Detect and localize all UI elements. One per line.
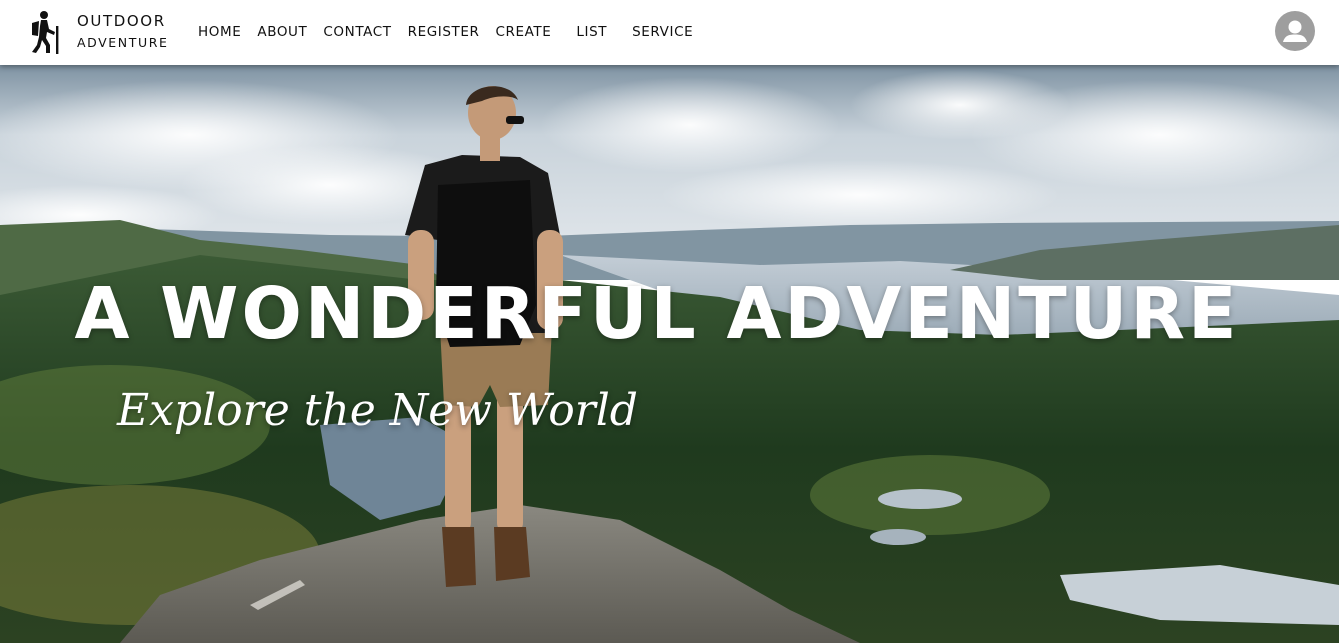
nav-link-register[interactable]: REGISTER: [408, 24, 480, 40]
nav-link-create[interactable]: CREATE: [496, 24, 552, 40]
hiker-icon: [32, 11, 59, 54]
nav-link-service[interactable]: SERVICE: [632, 24, 693, 40]
hero-banner: A WONDERFUL ADVENTURE Explore the New Wo…: [0, 65, 1339, 643]
hero-title: A WONDERFUL ADVENTURE: [74, 272, 1240, 355]
brand-title: OUTDOOR: [77, 12, 166, 31]
nav-link-home[interactable]: HOME: [198, 24, 241, 40]
user-avatar-icon: [1283, 20, 1307, 42]
nav-link-about[interactable]: ABOUT: [257, 24, 307, 40]
nav-link-contact[interactable]: CONTACT: [323, 24, 391, 40]
hero-subtitle: Explore the New World: [117, 385, 638, 436]
account-avatar-button[interactable]: [1275, 11, 1315, 51]
nav-link-list[interactable]: LIST: [576, 24, 607, 40]
navbar: OUTDOOR ADVENTURE HOME ABOUT CONTACT REG…: [0, 0, 1339, 65]
brand-subtitle: ADVENTURE: [77, 35, 169, 51]
brand-logo-link[interactable]: OUTDOOR ADVENTURE: [29, 8, 169, 56]
main-nav: HOME ABOUT CONTACT REGISTER CREATE LIST …: [198, 0, 693, 63]
brand-text: OUTDOOR ADVENTURE: [77, 14, 169, 50]
